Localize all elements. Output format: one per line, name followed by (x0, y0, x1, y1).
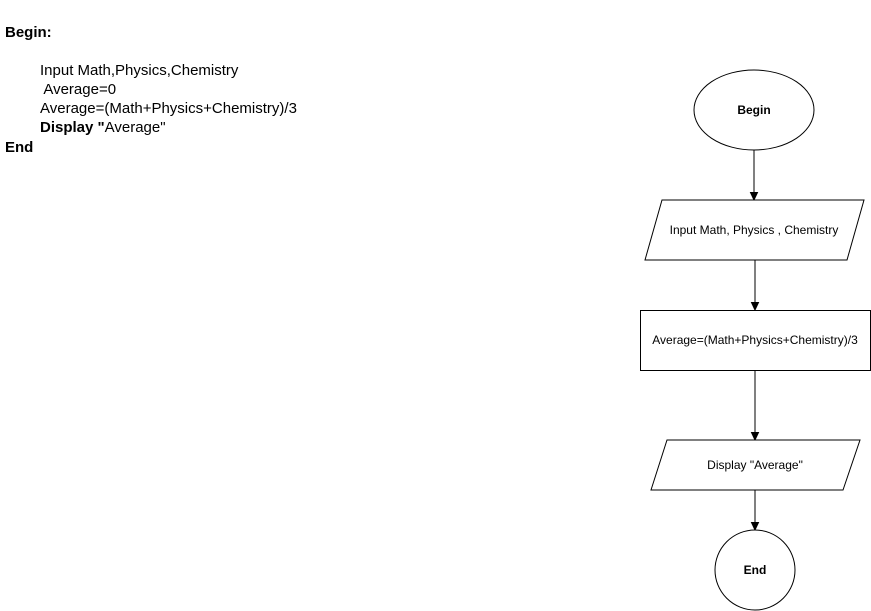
process-label: Average=(Math+Physics+Chemistry)/3 (652, 333, 858, 347)
flowchart: Begin Input Math, Physics , Chemistry Av… (640, 69, 871, 611)
arrowhead-input-to-process (750, 302, 760, 312)
arrowhead-process-to-output (750, 432, 760, 442)
end-label: End (744, 563, 767, 577)
node-output: Display "Average" (650, 439, 861, 491)
node-input: Input Math, Physics , Chemistry (644, 199, 865, 261)
node-process: Average=(Math+Physics+Chemistry)/3 (640, 310, 871, 371)
arrowhead-output-to-end (750, 522, 760, 532)
node-end: End (714, 529, 796, 611)
begin-label: Begin (737, 103, 770, 117)
arrowhead-begin-to-input (749, 192, 759, 202)
output-label: Display "Average" (707, 458, 803, 472)
input-label: Input Math, Physics , Chemistry (670, 223, 839, 237)
node-begin: Begin (693, 69, 815, 151)
